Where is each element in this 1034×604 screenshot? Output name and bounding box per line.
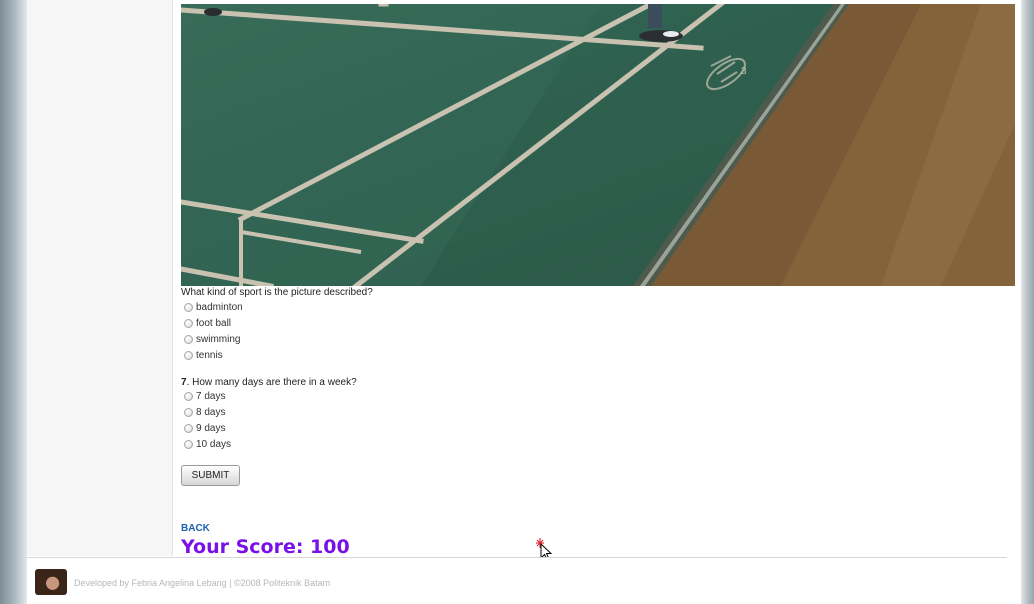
submit-button[interactable]: SUBMIT [181, 465, 240, 486]
score-display: Your Score: 100 [181, 536, 350, 558]
radio-icon[interactable] [184, 303, 193, 312]
radio-icon[interactable] [184, 335, 193, 344]
option-label: 9 days [196, 423, 226, 434]
option-7-days[interactable]: 7 days [184, 390, 225, 403]
option-9-days[interactable]: 9 days [184, 422, 225, 435]
badminton-court-photo: 3 [181, 4, 1015, 286]
option-badminton[interactable]: badminton [184, 301, 243, 314]
left-window-gradient [0, 0, 27, 604]
option-label: tennis [196, 350, 223, 361]
option-8-days[interactable]: 8 days [184, 406, 225, 419]
option-label: swimming [196, 334, 241, 345]
option-label: 7 days [196, 391, 226, 402]
option-label: 8 days [196, 407, 226, 418]
radio-icon[interactable] [184, 392, 193, 401]
footer: Developed by Febria Angelina Lebang | ©2… [27, 558, 1021, 604]
option-label: 10 days [196, 439, 232, 450]
question-6-text: What kind of sport is the picture descri… [181, 287, 373, 298]
question-7-body: . How many days are there in a week? [186, 377, 357, 388]
svg-text:3: 3 [741, 66, 747, 77]
left-sidebar-column [27, 0, 173, 556]
radio-icon[interactable] [184, 408, 193, 417]
option-football[interactable]: foot ball [184, 317, 231, 330]
option-10-days[interactable]: 10 days [184, 438, 231, 451]
option-tennis[interactable]: tennis [184, 349, 223, 362]
option-label: badminton [196, 302, 243, 313]
radio-icon[interactable] [184, 351, 193, 360]
radio-icon[interactable] [184, 440, 193, 449]
radio-icon[interactable] [184, 424, 193, 433]
radio-icon[interactable] [184, 319, 193, 328]
option-label: foot ball [196, 318, 232, 329]
back-link[interactable]: BACK [181, 523, 210, 534]
main-content: 3 What kind of sport is the picture desc… [173, 0, 1021, 560]
footer-credit: Developed by Febria Angelina Lebang | ©2… [74, 578, 331, 588]
developer-avatar [35, 569, 67, 595]
option-swimming[interactable]: swimming [184, 333, 240, 346]
right-scrollbar-area[interactable] [1021, 0, 1034, 604]
question-7-text: 7. How many days are there in a week? [181, 377, 357, 388]
